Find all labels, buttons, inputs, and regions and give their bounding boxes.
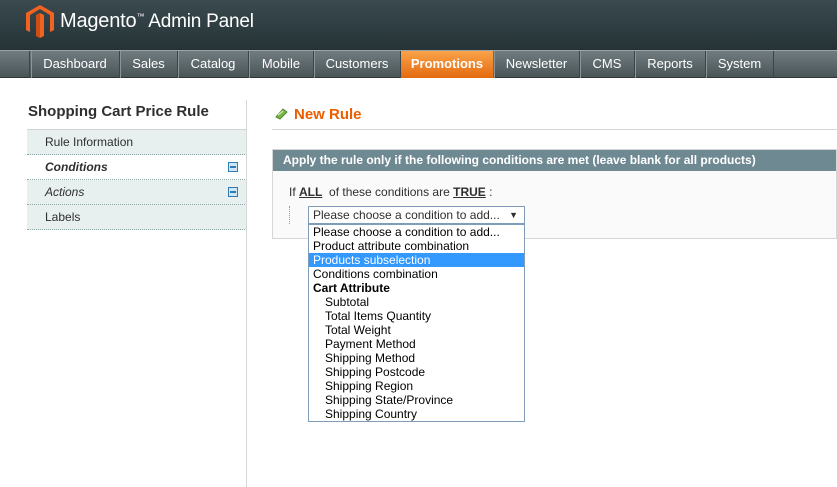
brand-title[interactable]: Magento™ Admin Panel [60,10,254,33]
nav-mobile[interactable]: Mobile [249,51,314,78]
option-subtotal[interactable]: Subtotal [309,295,524,309]
nav-catalog[interactable]: Catalog [178,51,249,78]
middle-text: of these conditions are [329,185,450,199]
tab-rule-information[interactable]: Rule Information [27,130,247,155]
magento-logo-icon[interactable] [26,5,54,38]
option-product-attribute-combination[interactable]: Product attribute combination [309,239,524,253]
option-total-items-quantity[interactable]: Total Items Quantity [309,309,524,323]
option-total-weight[interactable]: Total Weight [309,323,524,337]
optgroup-cart-attribute: Cart Attribute [313,281,390,295]
main-navigation: Dashboard Sales Catalog Mobile Customers… [0,50,837,78]
promo-rule-icon [275,108,288,120]
option-products-subselection[interactable]: Products subselection [309,253,524,267]
changed-icon [228,187,238,197]
select-value: Please choose a condition to add... [313,208,500,222]
colon-text: : [489,185,493,199]
fieldset-header: Apply the rule only if the following con… [273,150,836,171]
sidebar: Shopping Cart Price Rule Rule Informatio… [27,100,247,230]
option-shipping-state-province[interactable]: Shipping State/Province [309,393,524,407]
option-shipping-region[interactable]: Shipping Region [309,379,524,393]
if-text: If [289,185,296,199]
nav-newsletter[interactable]: Newsletter [494,51,580,78]
nav-promotions[interactable]: Promotions [401,51,494,78]
trademark-mark: ™ [136,12,145,21]
nav-customers[interactable]: Customers [314,51,401,78]
tab-label: Conditions [45,160,108,174]
value-link[interactable]: TRUE [453,185,486,199]
option-payment-method[interactable]: Payment Method [309,337,524,351]
nav-system[interactable]: System [706,51,774,78]
admin-header: Magento™ Admin Panel [0,0,837,50]
sidebar-title: Shopping Cart Price Rule [27,100,247,130]
condition-rule-line: If ALL of these conditions are TRUE : [289,185,492,199]
tab-label: Rule Information [45,135,134,149]
nav-spacer [0,51,30,78]
aggregator-link[interactable]: ALL [299,185,322,199]
option-shipping-country[interactable]: Shipping Country [309,407,524,421]
page-header: New Rule [272,100,837,130]
option-shipping-method[interactable]: Shipping Method [309,351,524,365]
option-choose[interactable]: Please choose a condition to add... [309,225,524,239]
nav-reports[interactable]: Reports [635,51,706,78]
tab-label: Labels [45,210,81,224]
nav-cms[interactable]: CMS [580,51,635,78]
option-shipping-postcode[interactable]: Shipping Postcode [309,365,524,379]
brand-name: Magento [60,10,137,32]
new-condition-select[interactable]: Please choose a condition to add... ▼ [308,206,525,224]
brand-subtitle: Admin Panel [148,11,254,32]
tab-actions[interactable]: Actions [27,180,247,205]
tab-labels[interactable]: Labels [27,205,247,230]
option-conditions-combination[interactable]: Conditions combination [309,267,524,281]
tab-label: Actions [45,185,85,199]
tab-conditions[interactable]: Conditions [27,155,247,180]
nav-sales[interactable]: Sales [120,51,178,78]
dropdown-arrow-icon: ▼ [509,210,518,220]
changed-icon [228,162,238,172]
page-title: New Rule [294,106,362,123]
tree-connector [289,206,290,224]
sidebar-divider [246,100,247,487]
condition-options-list: Please choose a condition to add... Prod… [308,224,525,422]
nav-dashboard[interactable]: Dashboard [31,51,120,78]
